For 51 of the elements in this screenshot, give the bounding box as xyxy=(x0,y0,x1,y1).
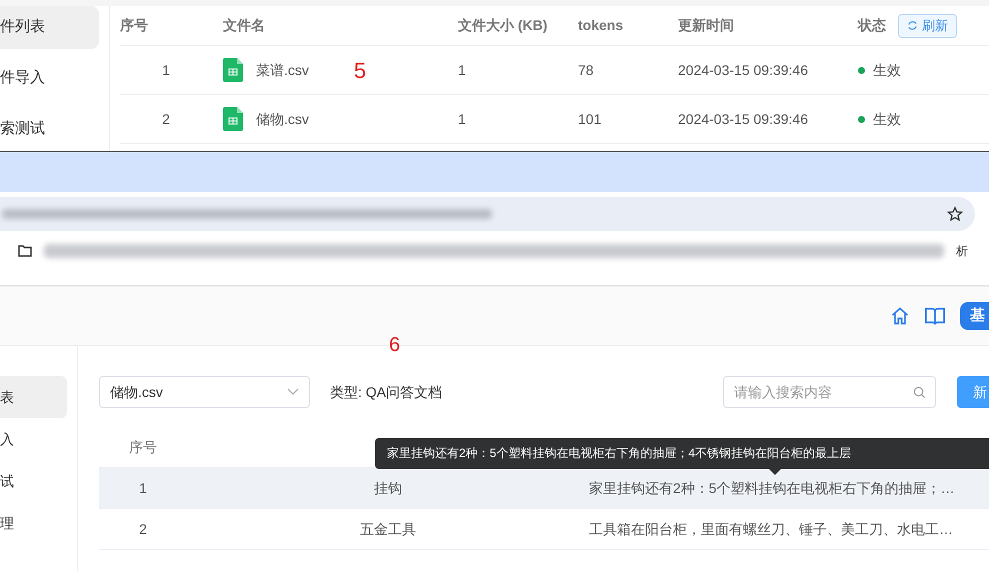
column-header: 文件大小 (KB) xyxy=(458,16,548,35)
file-name: 储物.csv xyxy=(256,110,309,128)
annotation-number: 6 xyxy=(389,333,400,358)
folder-icon[interactable] xyxy=(18,245,32,257)
tooltip: 家里挂钩还有2种：5个塑料挂钩在电视柜右下角的抽屉；4不锈钢挂钩在阳台柜的最上层 xyxy=(375,438,989,469)
table-cell: 78 xyxy=(578,62,594,78)
sidebar-item[interactable]: 入 xyxy=(0,418,67,460)
status-text: 生效 xyxy=(873,110,901,128)
spreadsheet-file-icon xyxy=(223,107,243,131)
table-cell: 1 xyxy=(458,110,466,126)
column-header: 文件名 xyxy=(223,16,265,35)
table-cell: 挂钩 xyxy=(374,480,402,496)
book-icon[interactable] xyxy=(924,306,946,326)
refresh-icon xyxy=(907,20,918,31)
spreadsheet-file-icon xyxy=(223,58,243,82)
home-icon[interactable] xyxy=(890,306,910,326)
type-label: 类型: QA问答文档 xyxy=(330,382,442,402)
tooltip-arrow-icon xyxy=(769,469,781,475)
sidebar-item[interactable]: 试 xyxy=(0,460,67,502)
column-header: tokens xyxy=(578,16,624,35)
search-icon xyxy=(913,386,926,399)
table-cell: 2024-03-15 09:39:46 xyxy=(678,110,808,126)
table-cell: 1 xyxy=(162,62,170,78)
table-row[interactable]: 1 挂钩 家里挂钩还有2种：5个塑料挂钩在电视柜右下角的抽屉；… xyxy=(99,468,989,509)
search-field[interactable]: 请输入搜索内容 xyxy=(723,376,936,408)
chevron-down-icon xyxy=(287,388,299,396)
table-cell: 家里挂钩还有2种：5个塑料挂钩在电视柜右下角的抽屉；… xyxy=(589,480,955,496)
table-cell: 1 xyxy=(458,62,466,78)
sidebar-item[interactable]: 索测试 xyxy=(0,108,99,151)
column-header: 序号 xyxy=(120,16,148,35)
sidebar-item[interactable]: 件导入 xyxy=(0,57,99,100)
sidebar-item[interactable]: 件列表 xyxy=(0,6,99,49)
table-cell: 五金工具 xyxy=(360,520,416,536)
table-cell: 工具箱在阳台柜，里面有螺丝刀、锤子、美工刀、水电工… xyxy=(589,520,953,536)
sidebar-item[interactable]: 理 xyxy=(0,502,67,544)
status-text: 生效 xyxy=(873,60,901,80)
bookmark-label[interactable]: 析 xyxy=(956,242,968,260)
table-cell: 2 xyxy=(139,520,147,536)
sidebar-item[interactable]: 表 xyxy=(0,376,67,418)
annotation-number: 5 xyxy=(354,56,366,84)
star-icon[interactable] xyxy=(947,206,963,222)
file-name: 菜谱.csv xyxy=(256,60,309,80)
column-header: 序号 xyxy=(129,439,157,455)
header-button[interactable]: 基 xyxy=(960,302,989,330)
file-select[interactable]: 储物.csv xyxy=(99,376,310,408)
table-cell: 101 xyxy=(578,110,602,126)
column-header: 状态 xyxy=(858,16,886,35)
column-header: 更新时间 xyxy=(678,16,734,35)
table-cell: 2024-03-15 09:39:46 xyxy=(678,62,808,78)
table-cell: 2 xyxy=(162,110,170,126)
table-cell: 1 xyxy=(139,480,147,496)
